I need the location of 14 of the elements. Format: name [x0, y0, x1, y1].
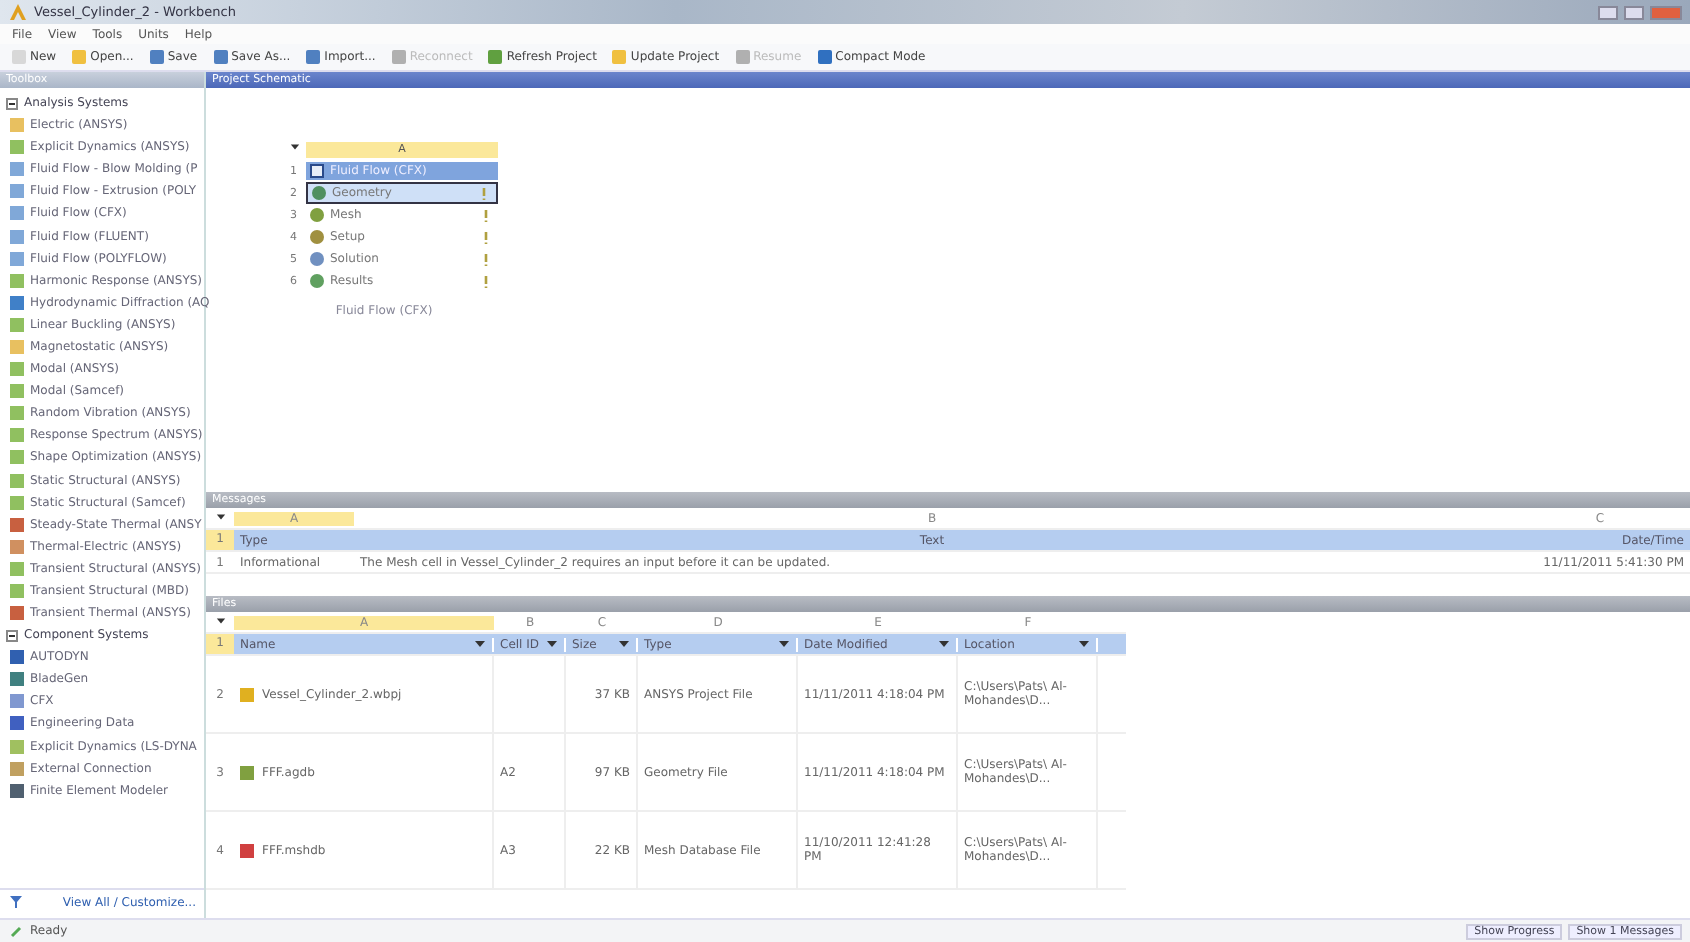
status-icon: [8, 923, 24, 939]
filter-icon: [8, 894, 24, 910]
minimize-button[interactable]: [1598, 5, 1618, 19]
close-button[interactable]: [1650, 5, 1682, 19]
dropdown-icon: [546, 638, 558, 650]
expander-icon: [6, 97, 18, 109]
dropdown-icon: [938, 638, 950, 650]
dropdown-icon: [1078, 638, 1090, 650]
dropdown-icon: [778, 638, 790, 650]
dropdown-icon: [290, 142, 300, 152]
dropdown-icon: [618, 638, 630, 650]
dropdown-icon: [474, 638, 486, 650]
expander-icon: [6, 629, 18, 642]
maximize-button[interactable]: [1624, 5, 1644, 19]
